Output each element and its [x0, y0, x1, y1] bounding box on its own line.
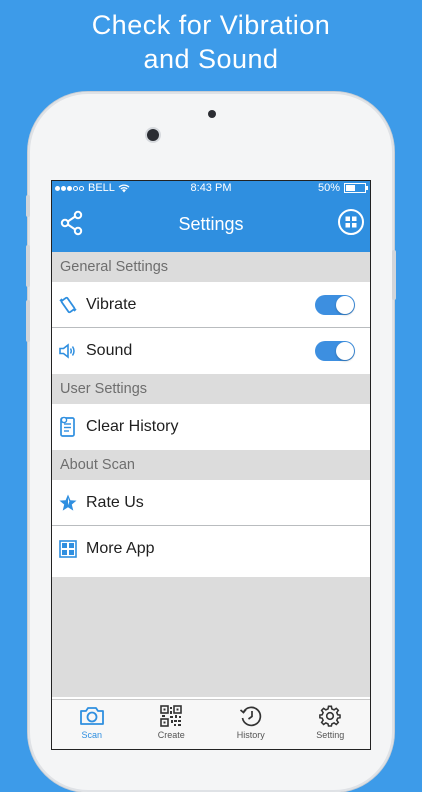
status-bar: BELL 8:43 PM 50% — [52, 181, 370, 197]
gear-icon — [319, 705, 342, 727]
headline-line-1: Check for Vibration — [91, 10, 331, 40]
vibrate-toggle[interactable] — [315, 294, 355, 315]
phone-speaker — [208, 110, 216, 118]
tab-setting[interactable]: Setting — [291, 700, 371, 749]
section-header-general: General Settings — [52, 252, 370, 282]
history-icon — [239, 706, 261, 727]
more-app-label: More App — [86, 540, 155, 557]
qr-code-icon — [160, 705, 183, 727]
apps-grid-icon — [57, 538, 79, 560]
tab-bar: Scan Create History Setting — [52, 699, 370, 749]
status-right: 50% — [317, 182, 368, 194]
battery-icon — [344, 183, 368, 193]
tab-create[interactable]: Create — [132, 700, 212, 749]
toggle-knob — [336, 342, 354, 360]
rate-us-row[interactable]: Rate Us — [52, 480, 370, 526]
grid-icon[interactable] — [338, 209, 364, 235]
vibrate-row[interactable]: Vibrate — [52, 282, 370, 328]
tab-history[interactable]: History — [211, 700, 291, 749]
sound-toggle[interactable] — [315, 341, 355, 361]
rate-us-label: Rate Us — [86, 493, 144, 511]
page-title: Settings — [178, 214, 244, 234]
tab-history-label: History — [236, 730, 265, 740]
phone-side-button — [26, 195, 30, 217]
sound-label: Sound — [86, 342, 133, 359]
toggle-knob — [336, 295, 354, 314]
section-header-user: User Settings — [52, 374, 370, 404]
tab-setting-label: Setting — [316, 730, 345, 740]
tab-create-label: Create — [157, 730, 185, 740]
phone-side-button — [26, 300, 30, 342]
sound-row[interactable]: Sound — [52, 328, 370, 374]
more-app-row[interactable]: More App — [52, 526, 370, 572]
app-screen: BELL 8:43 PM 50% Settings General Settin… — [51, 180, 371, 750]
phone-side-button — [26, 245, 30, 287]
battery-fill — [346, 185, 355, 191]
navigation-bar: Settings — [52, 197, 370, 252]
clear-history-row[interactable]: Clear History — [52, 404, 370, 450]
speaker-icon — [57, 340, 79, 362]
battery-percent: 50% — [317, 182, 340, 194]
empty-area — [52, 577, 370, 697]
tab-scan-label: Scan — [81, 730, 102, 740]
tab-scan[interactable]: Scan — [52, 700, 132, 749]
star-icon — [57, 492, 79, 514]
phone-side-button — [392, 250, 396, 300]
phone-front-camera — [147, 129, 159, 141]
clear-history-label: Clear History — [86, 418, 179, 435]
section-header-about: About Scan — [52, 450, 370, 480]
camera-icon — [79, 707, 104, 725]
vibrate-icon — [57, 294, 79, 316]
clear-history-icon — [57, 416, 79, 438]
vibrate-label: Vibrate — [86, 295, 137, 313]
headline-line-2: and Sound — [143, 44, 279, 74]
headline: Check for Vibration and Sound — [0, 8, 422, 76]
